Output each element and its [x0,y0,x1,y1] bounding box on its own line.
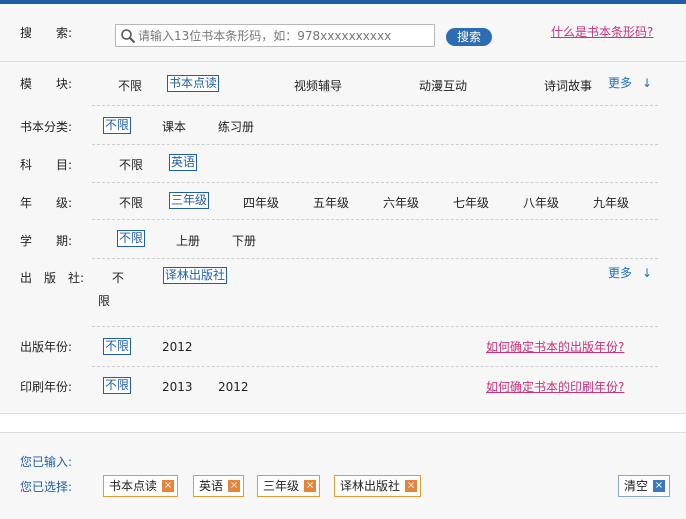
chip-label: 英语 [199,479,224,493]
print-year-option-2012[interactable]: 2012 [218,380,249,394]
semester-option-first[interactable]: 上册 [176,232,200,249]
close-icon[interactable]: × [228,480,241,492]
print-year-option-2013[interactable]: 2013 [162,380,193,394]
semester-option-second[interactable]: 下册 [232,232,256,249]
module-option-animation[interactable]: 动漫互动 [419,77,467,94]
barcode-help-link[interactable]: 什么是书本条形码? [551,23,653,40]
grade-option-4[interactable]: 四年级 [243,194,279,211]
arrow-down-icon: ↓ [642,76,653,90]
selected-label: 您已选择: [20,480,73,494]
category-option-workbook[interactable]: 练习册 [218,118,254,135]
divider [92,105,658,106]
module-option-book-reading[interactable]: 书本点读 [167,75,220,92]
module-option-video[interactable]: 视频辅导 [294,77,342,94]
grade-option-6[interactable]: 六年级 [383,194,419,211]
selected-chip-grade3[interactable]: 三年级 × [257,475,321,497]
divider [92,219,658,220]
selected-chip-book-reading[interactable]: 书本点读 × [103,475,179,497]
publisher-option-yilin[interactable]: 译林出版社 [163,267,228,284]
module-option-unlimited[interactable]: 不限 [118,77,142,94]
publisher-label: 出 版 社: [20,271,85,285]
selected-chip-yilin[interactable]: 译林出版社 × [334,475,422,497]
selection-summary: 您已输入: 您已选择: 书本点读 × 英语 × 三年级 × 译林出版社 × 清空… [0,432,686,519]
filter-panel: 搜 索: 搜索 什么是书本条形码? 模 块: 不限 书本点读 视频辅导 动漫互动… [0,4,686,414]
close-icon: × [653,480,665,492]
semester-label: 学 期: [20,234,73,248]
more-label: 更多 [608,76,633,90]
pub-year-label: 出版年份: [20,340,73,354]
divider [92,326,658,327]
publisher-option-unlimited-part2[interactable]: 限 [98,292,110,309]
input-label: 您已输入: [20,455,73,469]
clear-label: 清空 [624,479,649,493]
module-more-link[interactable]: 更多 ↓ [608,74,652,91]
search-label: 搜 索: [20,26,73,40]
pub-year-option-2012[interactable]: 2012 [162,340,193,354]
grade-option-3[interactable]: 三年级 [169,192,210,209]
module-option-poetry[interactable]: 诗词故事 [544,77,592,94]
clear-button[interactable]: 清空 × [618,475,670,497]
close-icon[interactable]: × [405,480,418,492]
print-year-option-unlimited[interactable]: 不限 [103,377,132,394]
pub-year-option-unlimited[interactable]: 不限 [103,338,132,355]
chip-label: 书本点读 [109,479,158,493]
arrow-down-icon: ↓ [642,266,653,280]
divider [0,61,686,62]
chip-label: 译林出版社 [340,479,401,493]
print-year-help-link[interactable]: 如何确定书本的印刷年份? [486,378,624,395]
category-label: 书本分类: [20,120,73,134]
divider [92,182,658,183]
magnifier-icon [121,29,136,44]
close-icon[interactable]: × [304,480,317,492]
grade-label: 年 级: [20,196,73,210]
publisher-option-unlimited-part1[interactable]: 不 [112,269,124,286]
category-option-unlimited[interactable]: 不限 [103,117,132,134]
print-year-label: 印刷年份: [20,380,73,394]
publisher-more-link[interactable]: 更多 ↓ [608,264,652,281]
search-input[interactable] [138,27,430,45]
search-button[interactable]: 搜索 [446,28,492,46]
grade-option-8[interactable]: 八年级 [523,194,559,211]
divider [92,258,658,259]
chip-label: 三年级 [263,479,300,493]
search-box[interactable] [115,24,435,47]
more-label: 更多 [608,266,633,280]
grade-option-9[interactable]: 九年级 [593,194,629,211]
semester-option-unlimited[interactable]: 不限 [117,230,146,247]
selected-chip-english[interactable]: 英语 × [193,475,245,497]
grade-option-5[interactable]: 五年级 [313,194,349,211]
divider [92,366,658,367]
subject-label: 科 目: [20,158,73,172]
grade-option-unlimited[interactable]: 不限 [119,194,143,211]
close-icon[interactable]: × [162,480,175,492]
subject-option-unlimited[interactable]: 不限 [119,156,143,173]
category-option-textbook[interactable]: 课本 [162,118,186,135]
grade-option-7[interactable]: 七年级 [453,194,489,211]
subject-option-english[interactable]: 英语 [169,154,198,171]
module-label: 模 块: [20,77,73,91]
divider [92,144,658,145]
pub-year-help-link[interactable]: 如何确定书本的出版年份? [486,338,624,355]
